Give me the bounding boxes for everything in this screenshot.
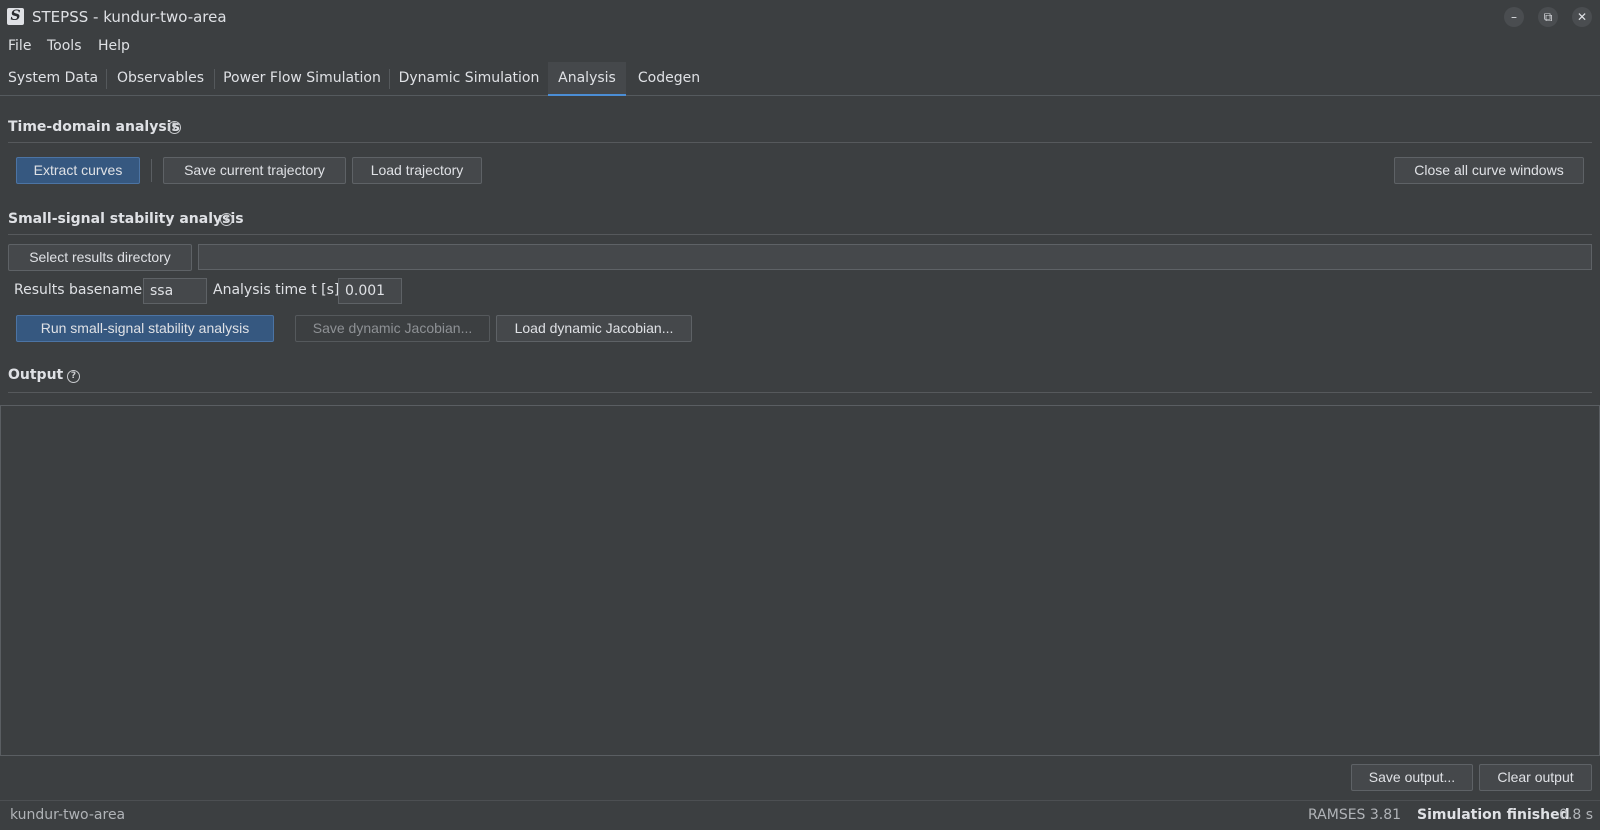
section-divider bbox=[8, 142, 1592, 143]
output-title: Output bbox=[8, 367, 64, 383]
help-icon[interactable]: ? bbox=[168, 121, 181, 134]
results-basename-field[interactable]: ssa bbox=[143, 278, 207, 304]
tab-codegen[interactable]: Codegen bbox=[627, 62, 711, 95]
tab-bar: System Data Observables Power Flow Simul… bbox=[0, 62, 1600, 96]
extract-curves-button[interactable]: Extract curves bbox=[16, 157, 140, 184]
tab-system-data[interactable]: System Data bbox=[0, 62, 106, 95]
run-ssa-button[interactable]: Run small-signal stability analysis bbox=[16, 315, 274, 342]
status-simulation-state: Simulation finished bbox=[1417, 807, 1570, 823]
status-project-name: kundur-two-area bbox=[10, 807, 126, 823]
save-dynamic-jacobian-button: Save dynamic Jacobian... bbox=[295, 315, 490, 342]
close-icon[interactable]: ✕ bbox=[1572, 7, 1592, 27]
analysis-time-label: Analysis time t [s] bbox=[213, 282, 340, 298]
select-results-directory-button[interactable]: Select results directory bbox=[8, 244, 192, 271]
minimize-icon[interactable]: – bbox=[1504, 7, 1524, 27]
status-engine-version: RAMSES 3.81 bbox=[1308, 807, 1402, 823]
menu-help[interactable]: Help bbox=[98, 38, 130, 54]
help-icon[interactable]: ? bbox=[67, 370, 80, 383]
load-trajectory-button[interactable]: Load trajectory bbox=[352, 157, 482, 184]
status-bar: kundur-two-area RAMSES 3.81 Simulation f… bbox=[0, 800, 1600, 830]
tab-dynamic-simulation[interactable]: Dynamic Simulation bbox=[390, 62, 548, 95]
help-icon[interactable]: ? bbox=[220, 213, 233, 226]
toolbar-separator bbox=[151, 159, 152, 182]
restore-icon[interactable]: ⧉ bbox=[1538, 7, 1558, 27]
analysis-time-field[interactable]: 0.001 bbox=[338, 278, 402, 304]
ssa-title: Small-signal stability analysis bbox=[8, 211, 244, 227]
load-dynamic-jacobian-button[interactable]: Load dynamic Jacobian... bbox=[496, 315, 692, 342]
close-all-curve-windows-button[interactable]: Close all curve windows bbox=[1394, 157, 1584, 184]
status-elapsed-time: 0.8 s bbox=[1559, 807, 1594, 823]
menu-file[interactable]: File bbox=[8, 38, 31, 54]
save-current-trajectory-button[interactable]: Save current trajectory bbox=[163, 157, 346, 184]
output-text-area[interactable] bbox=[0, 405, 1600, 756]
tab-observables[interactable]: Observables bbox=[107, 62, 214, 95]
title-bar: S STEPSS - kundur-two-area – ⧉ ✕ bbox=[0, 0, 1600, 34]
tab-power-flow-simulation[interactable]: Power Flow Simulation bbox=[215, 62, 389, 95]
results-directory-field[interactable] bbox=[198, 244, 1592, 270]
time-domain-title: Time-domain analysis bbox=[8, 119, 180, 135]
section-divider bbox=[8, 392, 1592, 393]
results-basename-label: Results basename bbox=[14, 282, 143, 298]
tab-analysis[interactable]: Analysis bbox=[548, 62, 626, 96]
save-output-button[interactable]: Save output... bbox=[1351, 764, 1473, 791]
window-title: STEPSS - kundur-two-area bbox=[32, 8, 227, 26]
clear-output-button[interactable]: Clear output bbox=[1479, 764, 1592, 791]
app-logo-icon: S bbox=[7, 8, 24, 25]
menu-tools[interactable]: Tools bbox=[47, 38, 82, 54]
section-divider bbox=[8, 234, 1592, 235]
